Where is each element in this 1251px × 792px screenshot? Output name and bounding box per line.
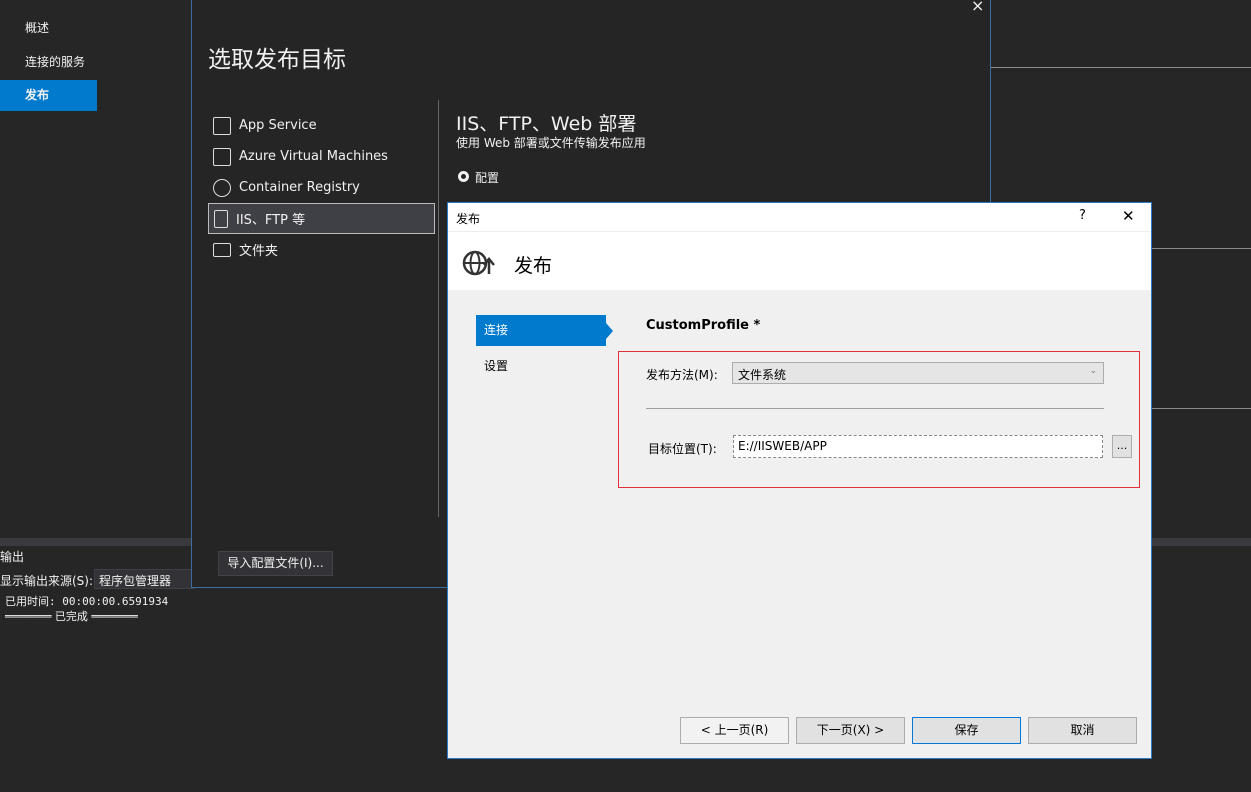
step-settings[interactable]: 设置 (484, 357, 508, 374)
target-label: 文件夹 (239, 244, 279, 259)
step-label: 连接 (484, 323, 509, 337)
target-label: IIS、FTP 等 (236, 213, 306, 228)
target-container-registry[interactable]: Container Registry (208, 172, 435, 203)
globe-publish-icon (462, 250, 495, 276)
save-button[interactable]: 保存 (912, 717, 1021, 744)
target-azure-vm[interactable]: Azure Virtual Machines (208, 141, 435, 172)
target-folder[interactable]: 文件夹 (208, 234, 435, 265)
page-title: 选取发布目标 (208, 47, 346, 73)
radio-configure[interactable] (458, 171, 469, 182)
target-location-label: 目标位置(T): (648, 442, 717, 456)
target-location-input[interactable]: E://IISWEB/APP (733, 435, 1103, 458)
output-elapsed: 已用时间: 00:00:00.6591934 (5, 595, 169, 608)
output-title: 输出 (0, 550, 25, 564)
dialog-header: 发布 (448, 231, 1151, 290)
publish-dialog: 发布 ? ✕ 发布 连接 设置 CustomProfile * 发布方法(M):… (447, 202, 1152, 759)
browse-button[interactable]: ... (1112, 435, 1132, 458)
target-iis-ftp[interactable]: IIS、FTP 等 (208, 203, 435, 234)
sidebar-item-publish[interactable]: 发布 (0, 80, 97, 111)
profile-name: CustomProfile * (646, 318, 761, 333)
method-label: 发布方法(M): (646, 368, 718, 382)
folder-icon (213, 242, 231, 257)
target-label: Container Registry (239, 180, 360, 195)
target-app-service[interactable]: App Service (208, 110, 435, 141)
detail-subtitle: 使用 Web 部署或文件传输发布应用 (456, 136, 646, 150)
help-button[interactable]: ? (1079, 208, 1086, 223)
step-arrow (606, 323, 613, 339)
chevron-down-icon: ⌄ (1089, 366, 1097, 376)
output-done: ═══════ 已完成 ═══════ (5, 610, 138, 623)
close-icon[interactable]: × (971, 0, 984, 15)
output-source-select[interactable]: 程序包管理器 (94, 569, 194, 589)
app-service-icon (213, 116, 231, 135)
publish-method-select[interactable]: 文件系统 ⌄ (732, 362, 1104, 384)
container-registry-icon (213, 178, 231, 197)
step-connection[interactable]: 连接 (476, 315, 613, 346)
prev-button[interactable]: < 上一页(R) (680, 717, 789, 744)
divider (438, 100, 439, 517)
sidebar-item-overview[interactable]: 概述 (0, 13, 97, 44)
divider (646, 408, 1104, 409)
output-source-label: 显示输出来源(S): (0, 574, 94, 588)
select-value: 文件系统 (738, 368, 787, 382)
vm-icon (213, 147, 231, 166)
import-profile-button[interactable]: 导入配置文件(I)... (218, 551, 333, 576)
title-bar: 发布 ? ✕ (448, 203, 1151, 231)
sidebar-item-connected-services[interactable]: 连接的服务 (0, 47, 97, 78)
divider (991, 67, 1251, 68)
cancel-button[interactable]: 取消 (1028, 717, 1137, 744)
header-title: 发布 (514, 255, 553, 277)
close-button[interactable]: ✕ (1122, 207, 1135, 225)
target-label: Azure Virtual Machines (239, 149, 388, 164)
target-label: App Service (239, 118, 317, 133)
file-icon (214, 209, 228, 228)
window-title: 发布 (456, 212, 481, 226)
next-button[interactable]: 下一页(X) > (796, 717, 905, 744)
radio-label: 配置 (475, 171, 500, 185)
detail-title: IIS、FTP、Web 部署 (456, 113, 637, 135)
